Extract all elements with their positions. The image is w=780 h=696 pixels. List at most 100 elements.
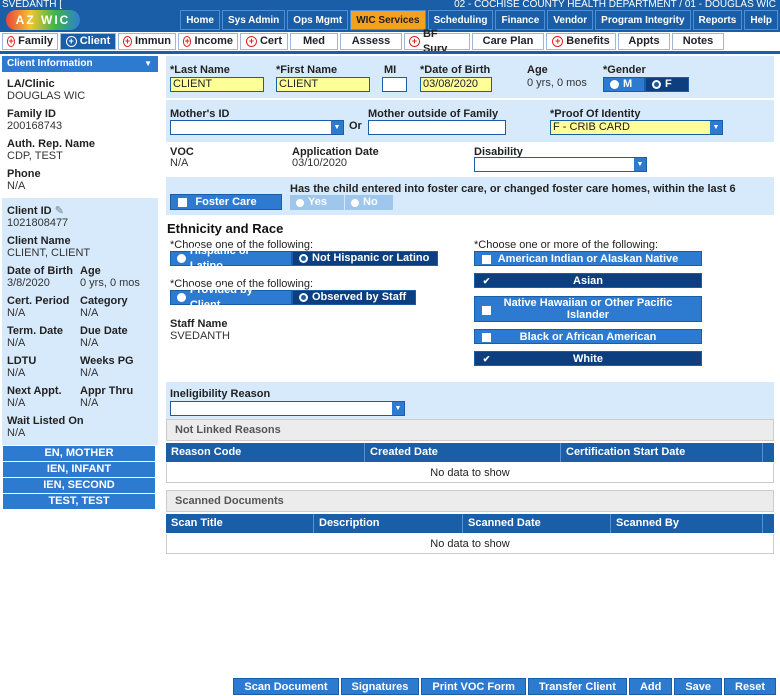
edit-pencil-icon[interactable]: ✎ (55, 205, 64, 217)
signatures-button[interactable]: Signatures (340, 678, 420, 695)
staff-name-value: SVEDANTH (170, 330, 230, 342)
ineligibility-select[interactable]: ▼ (170, 401, 405, 416)
age-value: 0 yrs, 0 mos (527, 77, 587, 89)
client-name-value: CLIENT, CLIENT (7, 247, 91, 259)
tab-client[interactable]: + Client (60, 33, 116, 50)
alert-icon: + (183, 36, 192, 47)
client-info-header[interactable]: Client Information ▼ (2, 56, 158, 72)
scanned-table-header: Scan Title Description Scanned Date Scan… (166, 514, 774, 533)
proof-identity-select[interactable]: F - CRIB CARD ▼ (550, 120, 723, 135)
gender-m-option[interactable]: M (603, 77, 645, 92)
col-scanned-by[interactable]: Scanned By (610, 514, 679, 533)
add-button[interactable]: Add (628, 678, 673, 695)
tab-appts[interactable]: Appts (618, 33, 670, 50)
mothers-id-select[interactable]: ▼ (170, 120, 344, 135)
gender-f-option[interactable]: F (645, 77, 689, 92)
mi-label: MI (384, 64, 397, 76)
col-scanned-date[interactable]: Scanned Date (462, 514, 541, 533)
transfer-client-button[interactable]: Transfer Client (527, 678, 627, 695)
first-name-label: *First Name (276, 64, 338, 76)
family-member-button[interactable]: TEST, TEST (3, 494, 155, 509)
tab-notes[interactable]: Notes (672, 33, 724, 50)
checkbox-icon (482, 255, 491, 264)
disability-select[interactable]: ▼ (474, 157, 647, 172)
due-date-value: N/A (80, 337, 99, 349)
hispanic-option[interactable]: Hispanic or Latino (170, 245, 292, 272)
radio-icon (351, 198, 359, 207)
col-created-date[interactable]: Created Date (364, 443, 438, 462)
race-black-or-african-american-checkbox[interactable]: Black or African American (474, 329, 702, 344)
ethnicity-title: Ethnicity and Race (167, 221, 284, 236)
tab-family[interactable]: + Family (2, 33, 58, 50)
chevron-down-icon: ▼ (634, 158, 646, 171)
tab-cert[interactable]: + Cert (240, 33, 288, 50)
main-nav: Home Sys Admin Ops Mgmt WIC Services Schedul… (180, 10, 778, 30)
current-user: SVEDANTH [ (2, 0, 63, 10)
nav-reports[interactable]: Reports (692, 10, 743, 30)
observed-by-staff-option[interactable]: Observed by Staff (292, 290, 416, 305)
race-american-indian-or-alaskan-native-checkbox[interactable]: American Indian or Alaskan Native (474, 251, 702, 266)
family-member-button[interactable]: IEN, SECOND (3, 478, 155, 493)
last-name-input[interactable]: CLIENT (170, 77, 264, 92)
mi-input[interactable] (382, 77, 407, 92)
wait-listed-label: Wait Listed On (7, 415, 84, 427)
save-button[interactable]: Save (674, 678, 723, 695)
checkbox-icon (178, 198, 187, 207)
age-label: Age (527, 64, 548, 76)
foster-radio-group: Yes No (290, 195, 393, 210)
family-member-button[interactable]: EN, MOTHER (3, 446, 155, 461)
mother-outside-label: Mother outside of Family (368, 108, 499, 120)
race-native-hawaiian-or-other-pacific-islander-checkbox[interactable]: Native Hawaiian or Other Pacific Islande… (474, 296, 702, 322)
chevron-down-icon[interactable]: ▼ (144, 56, 152, 72)
tab-benefits[interactable]: + Benefits (546, 33, 616, 50)
alert-icon: + (245, 36, 257, 47)
provided-by-client-option[interactable]: Provided by Client (170, 284, 292, 311)
family-member-button[interactable]: IEN, INFANT (3, 462, 155, 477)
race-label: Native Hawaiian or Other Pacific Islande… (503, 297, 673, 321)
due-date-label: Due Date (80, 325, 128, 337)
nav-wic-services[interactable]: WIC Services (350, 10, 426, 30)
nav-finance[interactable]: Finance (495, 10, 546, 30)
checkmark-icon: ✔ (482, 276, 491, 286)
tab-income[interactable]: + Income (178, 33, 238, 50)
current-location: 02 - COCHISE COUNTY HEALTH DEPARTMENT / … (454, 0, 776, 10)
tab-care-plan[interactable]: Care Plan (472, 33, 544, 50)
next-appt-label: Next Appt. (7, 385, 62, 397)
client-info-title: Client Information (7, 58, 93, 69)
reset-button[interactable]: Reset (724, 678, 776, 695)
nav-program-integrity[interactable]: Program Integrity (595, 10, 691, 30)
col-scan-title[interactable]: Scan Title (166, 514, 223, 533)
nav-vendor[interactable]: Vendor (547, 10, 594, 30)
race-white-checkbox[interactable]: ✔ White (474, 351, 702, 366)
race-label: Asian (573, 275, 603, 287)
scan-document-button[interactable]: Scan Document (233, 678, 339, 695)
category-label: Category (80, 295, 128, 307)
nav-home[interactable]: Home (180, 10, 220, 30)
foster-yes-option[interactable]: Yes (290, 195, 344, 210)
voc-value: N/A (170, 157, 189, 169)
col-description[interactable]: Description (313, 514, 380, 533)
mother-outside-input[interactable] (368, 120, 506, 135)
tab-immun[interactable]: + Immun (118, 33, 176, 50)
foster-care-checkbox[interactable]: Foster Care (170, 194, 282, 210)
race-asian-checkbox[interactable]: ✔ Asian (474, 273, 702, 288)
tab-med[interactable]: Med (290, 33, 338, 50)
gender-radio-group: M F (603, 77, 689, 92)
nav-ops-mgmt[interactable]: Ops Mgmt (287, 10, 349, 30)
nav-help[interactable]: Help (744, 10, 778, 30)
dob-input[interactable]: 03/08/2020 (420, 77, 492, 92)
client-id-value: 1021808477 (7, 217, 69, 229)
not-linked-header: Not Linked Reasons (166, 419, 774, 441)
staff-name-label: Staff Name (170, 318, 228, 330)
not-hispanic-option[interactable]: Not Hispanic or Latino (292, 251, 438, 266)
print-voc-form-button[interactable]: Print VOC Form (421, 678, 526, 695)
foster-no-option[interactable]: No (345, 195, 393, 210)
nav-sys-admin[interactable]: Sys Admin (221, 10, 286, 30)
tab-assess[interactable]: Assess (340, 33, 402, 50)
tab-bf-surv[interactable]: + BF Surv (404, 28, 470, 55)
first-name-input[interactable]: CLIENT (276, 77, 370, 92)
col-reason-code[interactable]: Reason Code (166, 443, 241, 462)
col-cert-start-date[interactable]: Certification Start Date (560, 443, 685, 462)
tab-label: Care Plan (482, 35, 534, 47)
race-label: American Indian or Alaskan Native (497, 253, 679, 265)
